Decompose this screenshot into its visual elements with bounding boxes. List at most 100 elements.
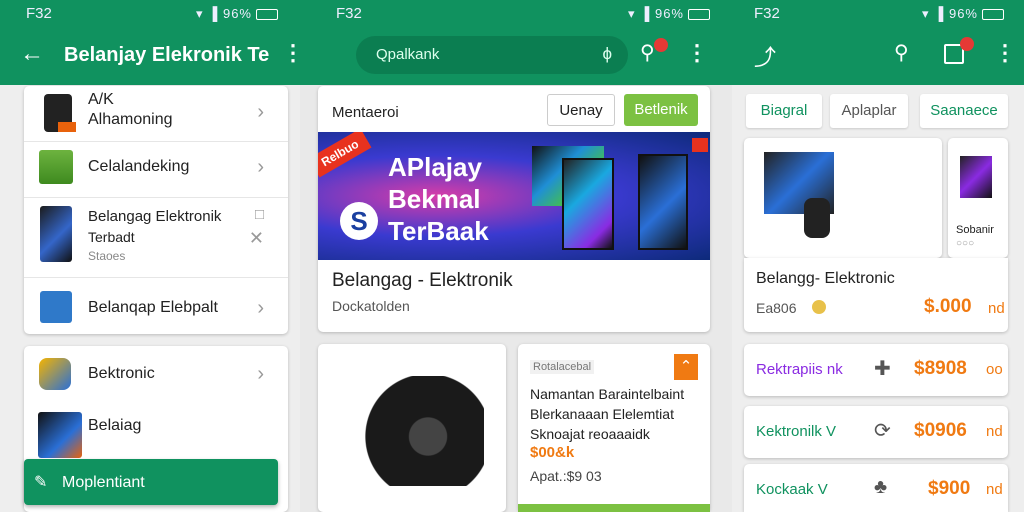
page-title: Belanjay Elekronik Te [64,44,270,66]
camera-thumbnail [44,94,76,132]
status-indicators: ▾ ▐ 96% [628,6,684,21]
status-bar: F32 ▾ ▐ 96% [300,0,732,28]
product-row-name: Rektrapiis nk [756,361,843,378]
phone-image [960,156,992,198]
status-time: F32 [336,5,362,22]
chevron-right-icon: › [257,156,264,178]
status-time: F32 [754,5,780,22]
watch-camera-image [344,376,484,486]
share-icon[interactable]: ⌃ [674,354,698,380]
outline-button[interactable]: Uenay [547,94,615,126]
app-thumbnail [39,358,71,390]
app-thumbnail [39,150,73,184]
close-icon[interactable]: ✕ [249,228,264,249]
price-unit: oo [986,361,1003,378]
search-bar[interactable]: Qpalkank ϕ [356,36,628,74]
list-item[interactable]: Belanqap Elebpalt › [24,278,288,334]
green-button[interactable]: Betlenik [624,94,698,126]
product-row[interactable]: Kockaak V ♣ $900 nd [744,464,1008,512]
promo-banner[interactable]: Relbuo APlajay Bekmal TerBaak S [318,132,710,260]
product-row-price: $0906 [914,420,967,441]
controller-icon: ♣ [874,476,888,498]
price-unit: nd [986,423,1003,440]
overflow-menu-icon[interactable]: ⋮ [282,40,300,66]
chevron-right-icon: › [257,363,264,385]
product-desc-3: Sknoajat reoaaaidk [530,426,650,442]
product-price: $00&k [530,444,575,461]
price-unit: nd [988,300,1005,317]
notification-badge [960,37,974,51]
list-item-label: Belanqap Elebpalt [88,299,218,316]
chip-category-1[interactable]: Biagral [746,94,822,128]
chip-category-3[interactable]: Saanaece [920,94,1008,128]
gamepad-icon: ✚ [874,358,891,380]
product-title: Belangg- Elektronic [756,270,895,287]
microphone-icon[interactable]: ϕ [602,44,612,64]
product-row-name: Kockaak V [756,481,828,498]
pencil-icon: ✎ [34,474,48,491]
product-desc-2: Blerkanaaan Elelemtiat [530,406,674,422]
list-item-label: Belaiag [88,417,142,434]
search-input[interactable]: Qpalkank [376,46,439,63]
product-row-price: $900 [928,478,971,499]
status-icons: ▾ ▐ 96% [628,6,710,22]
phone-thumbnail [40,206,72,262]
product-image-card[interactable] [318,344,506,512]
featured-image-card[interactable] [744,138,942,258]
chevron-right-icon: › [257,297,264,319]
accessory-icon [58,122,76,132]
tools-icon[interactable]: ⤴ [754,40,776,72]
product-row-price: $8908 [914,358,967,379]
right-screen: F32 ▾ ▐ 96% ⤴ ⚲ ⋮ Biagral Aplaplar Saana… [732,0,1024,512]
product-row-name: Kektronilk V [756,423,837,440]
battery-icon [982,9,1004,21]
list-item[interactable]: Bektronic › [24,346,288,402]
chip-category-2[interactable]: Aplaplar [830,94,908,128]
product-row[interactable]: Kektronilk V ⟳ $0906 nd [744,406,1008,458]
app-bar: F32 ▾ ▐ 96% Qpalkank ϕ ⚲ ⋮ [300,0,732,85]
overflow-menu-icon[interactable]: ⋮ [686,40,708,66]
primary-action-label: Moplentiant [62,474,145,491]
list-item-label: Bektronic [88,365,155,382]
hot-tag-icon [692,138,708,152]
list-item-label: A/K Alhamoning [88,91,173,128]
left-screen: F32 ▾ ▐ 96% ← Belanjay Elekronik Te ⋮ A/… [0,0,300,512]
list-item[interactable]: A/K Alhamoning › [24,86,288,142]
refresh-icon: ⟳ [874,420,891,442]
side-product-card[interactable]: Sobanir ○○○ [948,138,1008,258]
hero-title: Belangag - Elektronik [332,270,513,291]
status-indicators: ▾ ▐ 96% [196,6,252,21]
list-item[interactable]: Celalandeking › [24,142,288,198]
list-item-label: Belangag Elektronik [88,208,222,225]
list-item[interactable]: Belaiag [24,402,288,462]
battery-icon [688,9,710,21]
status-bar: F32 ▾ ▐ 96% [732,0,1024,28]
notification-badge [654,38,668,52]
coin-icon [812,300,826,314]
status-bar: F32 ▾ ▐ 96% [0,0,300,28]
chevron-right-icon: › [257,101,264,123]
app-thumbnail [40,291,72,323]
search-icon[interactable]: ⚲ [894,40,909,65]
product-detail-card[interactable]: Rotalacebal ⌃ Namantan Baraintelbaint Bl… [518,344,710,512]
search-icon[interactable]: ⚲ [640,40,655,65]
primary-action-button[interactable]: ✎ Moplentiant [24,459,278,505]
filter-label: Mentaeroi [332,104,399,121]
price-unit: nd [986,481,1003,498]
list-item[interactable]: Belangag Elektronik Terbadt Staoes □ ✕ [24,198,288,278]
hero-card[interactable]: Mentaeroi Uenay Betlenik Relbuo APlajay … [318,86,710,332]
app-bar: F32 ▾ ▐ 96% ← Belanjay Elekronik Te ⋮ [0,0,300,85]
app-bar: F32 ▾ ▐ 96% ⤴ ⚲ ⋮ [732,0,1024,85]
overflow-menu-icon[interactable]: ⋮ [994,40,1016,66]
brand-logo-icon: S [340,202,378,240]
status-indicators: ▾ ▐ 96% [922,6,978,21]
product-price: $.000 [924,296,972,317]
tablet-thumbnail [38,412,82,458]
back-arrow-icon[interactable]: ← [20,40,44,68]
product-row[interactable]: Rektrapiis nk ✚ $8908 oo [744,344,1008,396]
featured-product-info[interactable]: Belangg- Elektronic Ea806 $.000 nd [744,258,1008,332]
lock-icon[interactable]: □ [255,206,264,223]
category-list-card: A/K Alhamoning › Celalandeking › Belanga… [24,86,288,334]
buy-button[interactable] [518,504,710,512]
banner-line-3: TerBaak [388,216,489,246]
